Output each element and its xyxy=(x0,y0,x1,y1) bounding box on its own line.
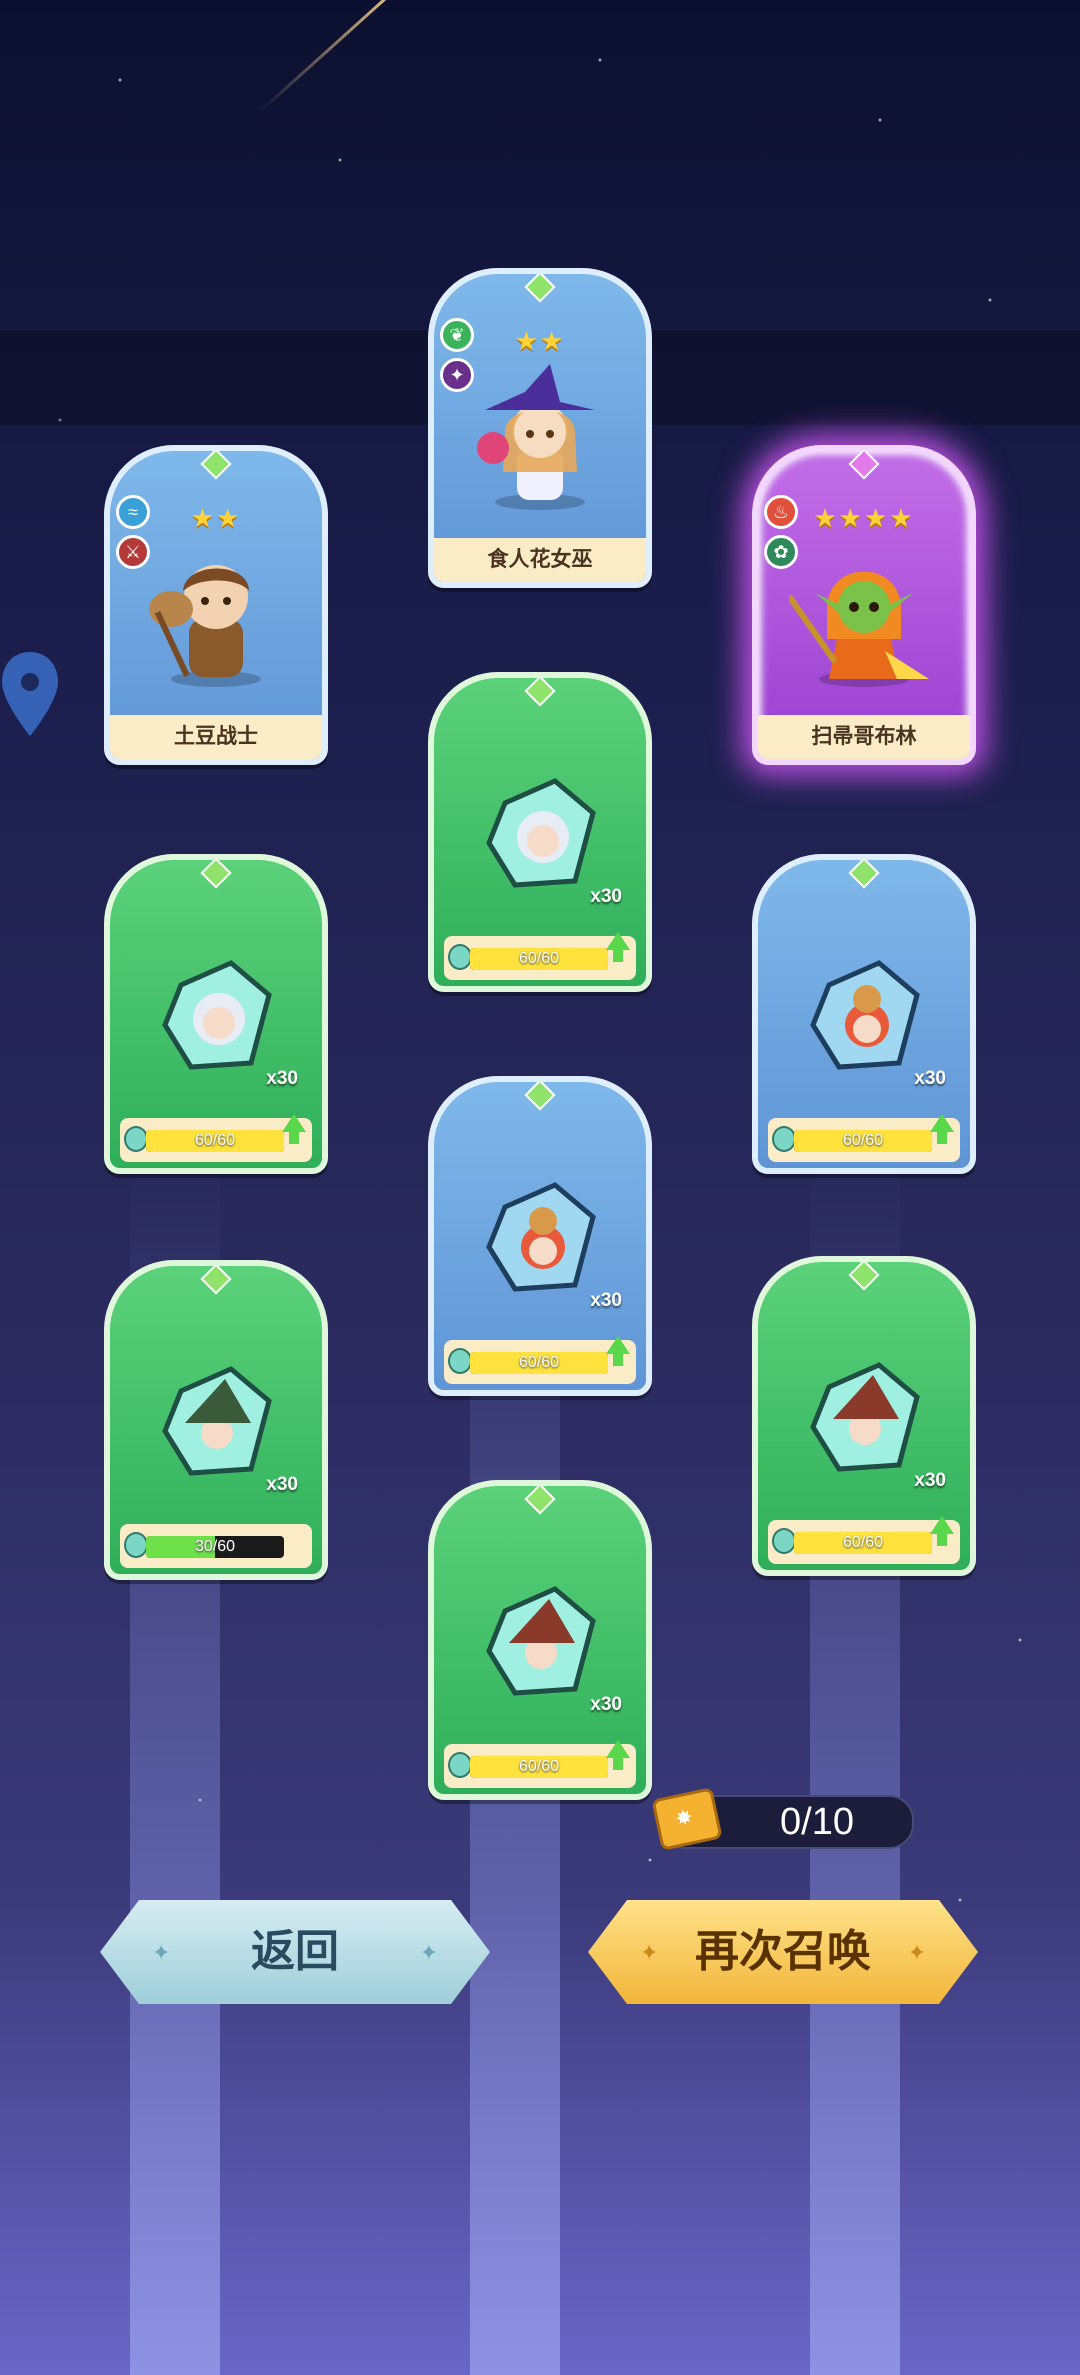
shard-mini-icon xyxy=(772,1528,796,1554)
hero-card-broom-goblin[interactable]: ♨ ✿ ★★★★ 扫帚哥布林 xyxy=(752,445,976,765)
flower-witch-portrait xyxy=(477,364,595,510)
card-gem-icon xyxy=(848,1262,880,1291)
summon-again-button-label: 再次召唤 xyxy=(695,1927,871,1976)
shard-progress-text: 60/60 xyxy=(842,1534,884,1551)
ticket-count: 0/10 xyxy=(780,1801,854,1843)
card-gem-icon xyxy=(200,451,232,480)
summon-ticket-counter: ✸ 0/10 xyxy=(651,1787,914,1851)
location-pin-icon[interactable] xyxy=(0,650,60,740)
card-gem-icon xyxy=(524,1486,556,1515)
shard-progress: 30/60 xyxy=(120,1524,312,1568)
card-gem-icon xyxy=(524,1082,556,1111)
shard-progress: 60/60 xyxy=(444,1336,636,1384)
upgrade-arrow-icon xyxy=(930,1114,954,1144)
hero-shard-crystal-icon xyxy=(810,960,920,1070)
shard-count: x30 xyxy=(266,1068,298,1089)
potato-warrior-portrait xyxy=(149,565,261,687)
upgrade-arrow-icon xyxy=(606,1740,630,1770)
hero-stars: ★★ xyxy=(514,326,566,356)
shard-progress-text: 60/60 xyxy=(194,1132,236,1149)
back-button[interactable]: ✦ ✦ 返回 xyxy=(100,1900,490,2004)
upgrade-arrow-icon xyxy=(282,1114,306,1144)
hero-card-flower-witch[interactable]: ❦ ✦ ★★ 食人花女巫 xyxy=(428,268,652,588)
shard-mini-icon xyxy=(124,1126,148,1152)
shard-count: x30 xyxy=(914,1470,946,1491)
shard-progress-text: 60/60 xyxy=(518,950,560,967)
card-gem-icon xyxy=(200,860,232,889)
hero-card-potato-warrior[interactable]: ≈ ⚔ ★★ 土豆战士 xyxy=(104,445,328,765)
shard-card[interactable]: x30 60/60 xyxy=(752,854,976,1174)
summon-ticket-icon: ✸ xyxy=(651,1787,723,1851)
broom-goblin-portrait xyxy=(789,571,929,687)
shard-card[interactable]: x30 60/60 xyxy=(428,1076,652,1396)
shard-card[interactable]: x30 60/60 xyxy=(752,1256,976,1576)
shard-count: x30 xyxy=(914,1068,946,1089)
shard-progress-text: 60/60 xyxy=(518,1354,560,1371)
shard-mini-icon xyxy=(124,1532,148,1558)
shard-count: x30 xyxy=(590,1290,622,1311)
shard-count: x30 xyxy=(266,1474,298,1495)
upgrade-arrow-icon xyxy=(606,932,630,962)
shard-progress: 60/60 xyxy=(768,1516,960,1564)
shard-mini-icon xyxy=(772,1126,796,1152)
card-gem-icon xyxy=(524,274,556,303)
hero-name: 扫帚哥布林 xyxy=(758,715,970,759)
shard-count: x30 xyxy=(590,1694,622,1715)
card-gem-icon xyxy=(524,678,556,707)
shard-progress-text: 60/60 xyxy=(842,1132,884,1149)
shard-progress-text: 30/60 xyxy=(194,1538,236,1555)
hero-shard-crystal-icon xyxy=(486,1182,596,1292)
hero-name: 食人花女巫 xyxy=(434,538,646,582)
back-button-label: 返回 xyxy=(251,1927,339,1976)
shard-card[interactable]: x30 60/60 xyxy=(104,854,328,1174)
shard-progress: 60/60 xyxy=(444,932,636,980)
summon-again-button[interactable]: ✦ ✦ 再次召唤 xyxy=(588,1900,978,2004)
shard-progress-text: 60/60 xyxy=(518,1758,560,1775)
hero-shard-crystal-icon xyxy=(486,1586,596,1696)
card-gem-icon xyxy=(200,1266,232,1295)
shard-mini-icon xyxy=(448,1752,472,1778)
shard-progress: 60/60 xyxy=(120,1114,312,1162)
meteor-streak xyxy=(258,0,410,113)
shard-mini-icon xyxy=(448,944,472,970)
hero-stars: ★★ xyxy=(190,503,242,533)
upgrade-arrow-icon xyxy=(606,1336,630,1366)
hero-name: 土豆战士 xyxy=(110,715,322,759)
shard-card[interactable]: x30 30/60 xyxy=(104,1260,328,1580)
hero-shard-crystal-icon xyxy=(162,1366,272,1476)
hero-stars: ★★★★ xyxy=(813,503,915,533)
hero-shard-crystal-icon xyxy=(810,1362,920,1472)
shard-count: x30 xyxy=(590,886,622,907)
card-gem-icon xyxy=(848,451,880,480)
upgrade-arrow-icon xyxy=(930,1516,954,1546)
shard-progress: 60/60 xyxy=(768,1114,960,1162)
hero-shard-crystal-icon xyxy=(162,960,272,1070)
shard-mini-icon xyxy=(448,1348,472,1374)
card-gem-icon xyxy=(848,860,880,889)
shard-card[interactable]: x30 60/60 xyxy=(428,1480,652,1800)
hero-shard-crystal-icon xyxy=(486,778,596,888)
shard-card[interactable]: x30 60/60 xyxy=(428,672,652,992)
shard-progress: 60/60 xyxy=(444,1740,636,1788)
